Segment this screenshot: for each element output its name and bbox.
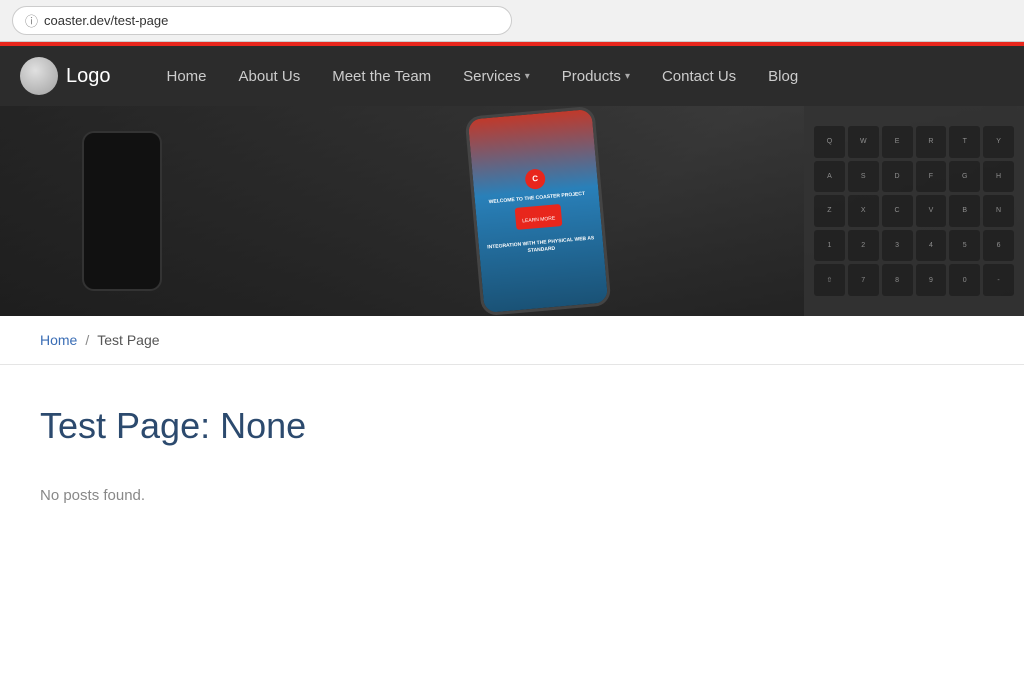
key-5: 5	[949, 230, 980, 262]
key-8: 8	[882, 264, 913, 296]
nav-item-products[interactable]: Products ▾	[546, 46, 646, 106]
nav-item-services[interactable]: Services ▾	[447, 46, 546, 106]
hero-section: Q W E R T Y A S D F G H Z X C V B N 1 2 …	[0, 106, 1024, 316]
key-t: T	[949, 126, 980, 158]
key-r: R	[916, 126, 947, 158]
url-bar[interactable]: ⓘ coaster.dev/test-page	[12, 6, 512, 35]
nav-link-contact[interactable]: Contact Us	[646, 46, 752, 106]
browser-chrome: ⓘ coaster.dev/test-page	[0, 0, 1024, 42]
nav-links: Home About Us Meet the Team Services ▾ P…	[151, 46, 815, 106]
breadcrumb: Home / Test Page	[0, 316, 1024, 365]
key-q: Q	[814, 126, 845, 158]
key-z: Z	[814, 195, 845, 227]
breadcrumb-separator: /	[85, 332, 89, 348]
nav-link-about[interactable]: About Us	[223, 46, 317, 106]
key-h: H	[983, 161, 1014, 193]
products-dropdown-arrow: ▾	[625, 71, 630, 82]
phone-text-integration: INTEGRATION WITH THE PHYSICAL WEB AS STA…	[487, 235, 596, 258]
breadcrumb-home-link[interactable]: Home	[40, 332, 77, 348]
nav-link-products[interactable]: Products ▾	[546, 46, 646, 106]
nav-logo[interactable]: Logo	[20, 57, 111, 95]
breadcrumb-current: Test Page	[97, 332, 159, 348]
phone-screen: C WELCOME TO THE COASTER PROJECT LEARN M…	[468, 109, 608, 313]
phone-text-welcome: WELCOME TO THE COASTER PROJECT	[488, 190, 585, 205]
key-g: G	[949, 161, 980, 193]
key-v: V	[916, 195, 947, 227]
phone-left-decoration	[82, 131, 162, 291]
key-f: F	[916, 161, 947, 193]
key-9: 9	[916, 264, 947, 296]
info-icon: ⓘ	[25, 11, 38, 30]
nav-item-blog[interactable]: Blog	[752, 46, 814, 106]
key-0: 0	[949, 264, 980, 296]
key-s: S	[848, 161, 879, 193]
key-d: D	[882, 161, 913, 193]
nav-link-blog[interactable]: Blog	[752, 46, 814, 106]
logo-text: Logo	[66, 65, 111, 88]
key-b: B	[949, 195, 980, 227]
key-shift: ⇧	[814, 264, 845, 296]
nav-link-team[interactable]: Meet the Team	[316, 46, 447, 106]
logo-icon	[20, 57, 58, 95]
key-2: 2	[848, 230, 879, 262]
url-text: coaster.dev/test-page	[44, 13, 168, 28]
key-7: 7	[848, 264, 879, 296]
nav-item-about[interactable]: About Us	[223, 46, 317, 106]
key-a: A	[814, 161, 845, 193]
services-dropdown-arrow: ▾	[525, 71, 530, 82]
key-n: N	[983, 195, 1014, 227]
no-posts-message: No posts found.	[40, 487, 984, 504]
key-e: E	[882, 126, 913, 158]
key-1: 1	[814, 230, 845, 262]
key-c: C	[882, 195, 913, 227]
page-title: Test Page: None	[40, 405, 984, 447]
nav-item-contact[interactable]: Contact Us	[646, 46, 752, 106]
key-w: W	[848, 126, 879, 158]
navbar: Logo Home About Us Meet the Team Service…	[0, 46, 1024, 106]
nav-link-services[interactable]: Services ▾	[447, 46, 546, 106]
nav-item-team[interactable]: Meet the Team	[316, 46, 447, 106]
key-dash: -	[983, 264, 1014, 296]
main-content: Test Page: None No posts found.	[0, 365, 1024, 544]
keyboard-decoration: Q W E R T Y A S D F G H Z X C V B N 1 2 …	[804, 106, 1024, 316]
phone-mockup: C WELCOME TO THE COASTER PROJECT LEARN M…	[465, 106, 612, 316]
key-x: X	[848, 195, 879, 227]
nav-link-home[interactable]: Home	[151, 46, 223, 106]
key-6: 6	[983, 230, 1014, 262]
key-4: 4	[916, 230, 947, 262]
key-3: 3	[882, 230, 913, 262]
key-y: Y	[983, 126, 1014, 158]
nav-item-home[interactable]: Home	[151, 46, 223, 106]
